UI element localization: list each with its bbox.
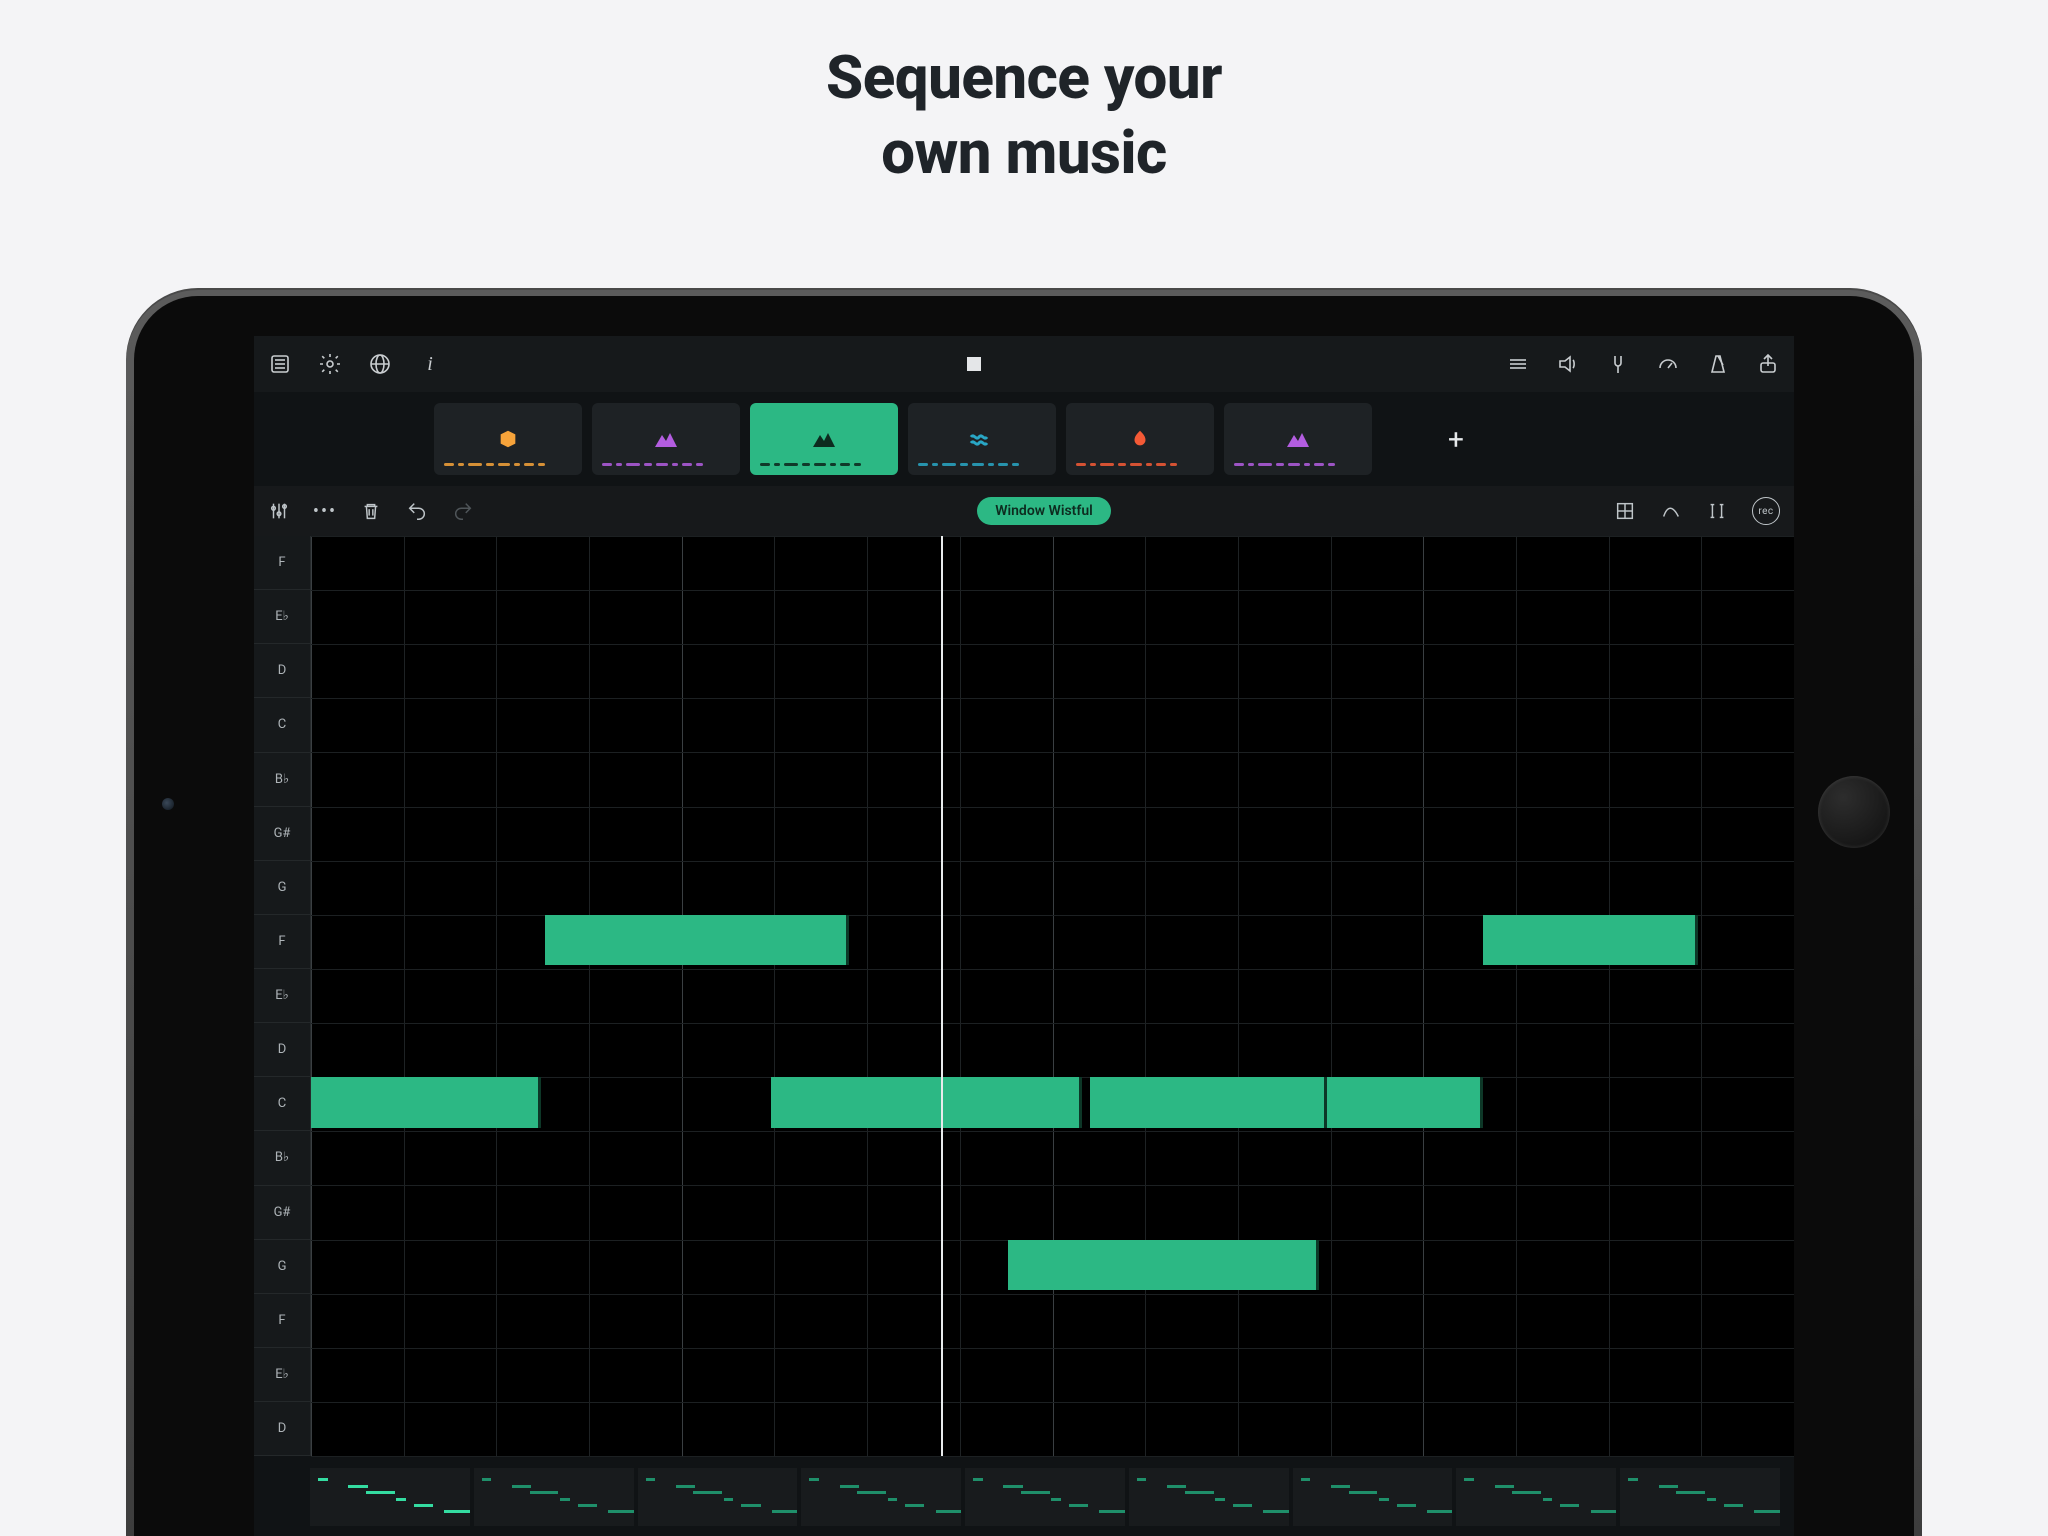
pattern-preview-dashes: [444, 461, 572, 467]
pitch-label: C: [254, 698, 310, 752]
app-screen: i: [254, 336, 1794, 1536]
hero-line-2: own music: [881, 117, 1167, 188]
midi-note[interactable]: [771, 1077, 1082, 1127]
wave-icon: [969, 428, 995, 450]
pitch-label: B♭: [254, 753, 310, 807]
pitch-label: G: [254, 861, 310, 915]
disk-icon[interactable]: [268, 352, 292, 376]
hero-heading: Sequence your own music: [0, 0, 2048, 210]
share-icon[interactable]: [1756, 352, 1780, 376]
device-camera: [162, 798, 174, 810]
note-grid[interactable]: [311, 536, 1794, 1456]
add-instrument-button[interactable]: +: [1382, 403, 1530, 475]
hero-line-1: Sequence your: [826, 42, 1222, 113]
pitch-label: B♭: [254, 1131, 310, 1185]
pattern-preview-dashes: [1076, 461, 1204, 467]
midi-note[interactable]: [1090, 1077, 1327, 1127]
pattern-preview-dashes: [1234, 461, 1362, 467]
speaker-icon[interactable]: [1556, 352, 1580, 376]
timeline-segment[interactable]: [801, 1468, 961, 1526]
grid-icon[interactable]: [1614, 500, 1636, 522]
sliders-icon[interactable]: [268, 500, 290, 522]
mountain-1-icon: [653, 428, 679, 450]
pattern-name-pill[interactable]: Window Wistful: [977, 497, 1111, 525]
top-toolbar: i: [254, 336, 1794, 392]
info-icon[interactable]: i: [418, 352, 442, 376]
instrument-cube[interactable]: [434, 403, 582, 475]
redo-icon[interactable]: [452, 500, 474, 522]
timeline-segment[interactable]: [310, 1468, 470, 1526]
device-frame: i: [126, 288, 1922, 1536]
timeline-segment[interactable]: [638, 1468, 798, 1526]
midi-note[interactable]: [1483, 915, 1698, 965]
pattern-preview-dashes: [918, 461, 1046, 467]
device-bezel: i: [134, 296, 1914, 1536]
timeline-segment[interactable]: [1456, 1468, 1616, 1526]
pitch-label: E♭: [254, 590, 310, 644]
instrument-flame[interactable]: [1066, 403, 1214, 475]
metronome-icon[interactable]: [1706, 352, 1730, 376]
more-icon[interactable]: •••: [314, 500, 336, 522]
gauge-icon[interactable]: [1656, 352, 1680, 376]
midi-note[interactable]: [545, 915, 849, 965]
pitch-label: E♭: [254, 969, 310, 1023]
tuning-fork-icon[interactable]: [1606, 352, 1630, 376]
midi-note[interactable]: [1327, 1077, 1483, 1127]
timeline-segment[interactable]: [1293, 1468, 1453, 1526]
pitch-label: G#: [254, 807, 310, 861]
timeline-strip[interactable]: +: [310, 1468, 1780, 1526]
pitch-label: D: [254, 1402, 310, 1456]
midi-note[interactable]: [311, 1077, 541, 1127]
pitch-label: G#: [254, 1186, 310, 1240]
pitch-label: F: [254, 536, 310, 590]
timeline-segment[interactable]: [1129, 1468, 1289, 1526]
globe-icon[interactable]: [368, 352, 392, 376]
pitch-label-column: FE♭DCB♭G#GFE♭DCB♭G#GFE♭D: [254, 536, 311, 1456]
instrument-mountain-1[interactable]: [592, 403, 740, 475]
loop-brackets-icon[interactable]: [1706, 500, 1728, 522]
instrument-strip: +: [254, 392, 1794, 486]
mountain-3-icon: [1285, 428, 1311, 450]
undo-icon[interactable]: [406, 500, 428, 522]
record-button[interactable]: rec: [1752, 497, 1780, 525]
pitch-label: D: [254, 644, 310, 698]
flame-icon: [1129, 428, 1151, 450]
pitch-label: E♭: [254, 1348, 310, 1402]
pitch-label: F: [254, 915, 310, 969]
settings-icon[interactable]: [318, 352, 342, 376]
timeline-segment[interactable]: [1620, 1468, 1780, 1526]
home-button[interactable]: [1818, 776, 1890, 848]
piano-roll: FE♭DCB♭G#GFE♭DCB♭G#GFE♭D: [254, 536, 1794, 1456]
pitch-label: C: [254, 1077, 310, 1131]
instrument-mountain-3[interactable]: [1224, 403, 1372, 475]
timeline-segment[interactable]: [474, 1468, 634, 1526]
pitch-label: G: [254, 1240, 310, 1294]
instrument-wave[interactable]: [908, 403, 1056, 475]
trash-icon[interactable]: [360, 500, 382, 522]
midi-note[interactable]: [1008, 1240, 1319, 1290]
pitch-label: D: [254, 1023, 310, 1077]
velocity-curve-icon[interactable]: [1660, 500, 1682, 522]
editor-toolbar: ••• Window Wistful: [254, 486, 1794, 536]
list-icon[interactable]: [1506, 352, 1530, 376]
mountain-2-icon: [811, 428, 837, 450]
pattern-preview-dashes: [602, 461, 730, 467]
stop-button[interactable]: [962, 352, 986, 376]
timeline-segment[interactable]: [965, 1468, 1125, 1526]
playhead[interactable]: [941, 536, 943, 1456]
instrument-mountain-2[interactable]: [750, 403, 898, 475]
cube-icon: [497, 428, 519, 450]
pattern-preview-dashes: [760, 461, 888, 467]
pitch-label: F: [254, 1294, 310, 1348]
